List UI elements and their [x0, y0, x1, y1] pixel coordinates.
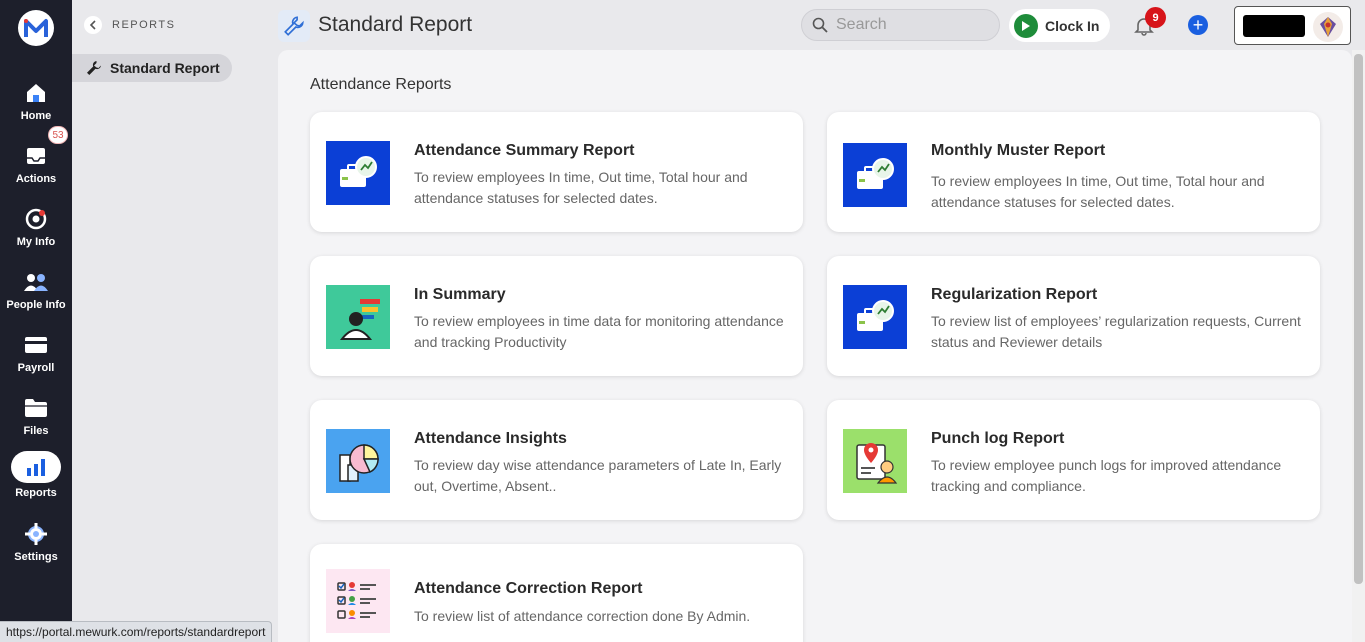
briefcase-chart-icon	[843, 143, 907, 207]
search-input[interactable]	[836, 16, 986, 34]
report-card-attendance-summary[interactable]: Attendance Summary Report To review empl…	[310, 112, 803, 232]
browser-status-url: https://portal.mewurk.com/reports/standa…	[0, 621, 273, 642]
wrench-icon	[278, 10, 310, 42]
notification-count-badge: 9	[1145, 7, 1166, 28]
card-description: To review employee punch logs for improv…	[931, 457, 1282, 494]
nav-label: Payroll	[17, 362, 55, 374]
subnav-title: REPORTS	[112, 19, 176, 31]
nav-label: Reports	[15, 487, 57, 499]
report-card-attendance-insights[interactable]: Attendance Insights To review day wise a…	[310, 400, 803, 520]
page-title: Standard Report	[318, 13, 473, 36]
home-icon	[23, 80, 49, 106]
user-menu[interactable]	[1234, 6, 1351, 45]
people-icon	[23, 269, 49, 295]
redacted-company-name	[1243, 15, 1305, 37]
card-description: To review list of attendance correction …	[414, 608, 751, 624]
subnav-item-label: Standard Report	[110, 60, 220, 76]
nav-item-settings[interactable]: Settings	[0, 517, 72, 573]
nav-item-reports[interactable]: Reports	[0, 451, 72, 507]
location-person-icon	[843, 429, 907, 493]
card-icon	[23, 332, 49, 358]
card-description: To review employees In time, Out time, T…	[414, 169, 748, 206]
section-title: Attendance Reports	[310, 76, 452, 93]
chevron-left-icon	[89, 20, 96, 30]
main-nav: Home Actions 53 My Info People Info Payr…	[0, 0, 72, 642]
gear-icon	[23, 521, 49, 547]
card-description: To review list of employees’ regularizat…	[931, 313, 1301, 350]
nav-item-payroll[interactable]: Payroll	[0, 328, 72, 384]
add-button[interactable]: +	[1188, 15, 1208, 35]
card-description: To review day wise attendance parameters…	[414, 457, 782, 494]
scrollbar-thumb[interactable]	[1354, 54, 1363, 584]
card-title: Punch log Report	[931, 430, 1065, 447]
person-gear-icon	[23, 206, 49, 232]
nav-item-files[interactable]: Files	[0, 391, 72, 447]
card-title: Attendance Insights	[414, 430, 567, 447]
card-description: To review employees In time, Out time, T…	[931, 173, 1265, 210]
report-card-regularization[interactable]: Regularization Report To review list of …	[827, 256, 1320, 376]
card-title: Regularization Report	[931, 286, 1098, 303]
search-icon	[812, 17, 828, 33]
nav-label: Files	[23, 425, 49, 437]
search-box	[801, 9, 1000, 41]
card-title: Monthly Muster Report	[931, 142, 1106, 159]
nav-label: Settings	[14, 551, 58, 563]
report-card-punch-log[interactable]: Punch log Report To review employee punc…	[827, 400, 1320, 520]
plus-icon: +	[1192, 15, 1204, 35]
card-description: To review employees in time data for mon…	[414, 313, 784, 350]
nav-item-actions[interactable]: Actions	[0, 139, 72, 195]
person-list-icon	[326, 285, 390, 349]
card-title: Attendance Correction Report	[414, 580, 643, 597]
nav-label: Home	[20, 110, 52, 122]
mewurk-logo-icon[interactable]	[18, 10, 54, 46]
scrollbar[interactable]	[1352, 50, 1365, 642]
top-header: Standard Report Clock In 9 +	[278, 0, 1365, 50]
subnav-item-standard-report[interactable]: Standard Report	[72, 54, 232, 82]
report-card-monthly-muster[interactable]: Monthly Muster Report To review employee…	[827, 112, 1320, 232]
actions-count-badge: 53	[48, 126, 68, 144]
clock-in-button[interactable]: Clock In	[1009, 9, 1110, 42]
nav-label: My Info	[16, 236, 56, 248]
folder-icon	[23, 395, 49, 421]
wrench-icon	[87, 61, 101, 75]
avatar[interactable]	[1313, 12, 1343, 42]
bar-chart-icon	[11, 451, 61, 483]
nav-item-home[interactable]: Home	[0, 76, 72, 132]
report-card-in-summary[interactable]: In Summary To review employees in time d…	[310, 256, 803, 376]
nav-item-people-info[interactable]: People Info	[0, 265, 72, 321]
briefcase-chart-icon	[843, 285, 907, 349]
reports-subnav: REPORTS Standard Report	[72, 0, 278, 642]
card-title: Attendance Summary Report	[414, 142, 635, 159]
play-icon	[1014, 13, 1038, 38]
inbox-icon	[23, 143, 49, 169]
main-content: Attendance Reports Attendance Summary Re…	[278, 50, 1352, 642]
clock-in-label: Clock In	[1045, 17, 1100, 34]
nav-item-my-info[interactable]: My Info	[0, 202, 72, 258]
nav-label: Actions	[15, 173, 57, 185]
nav-label: People Info	[6, 299, 66, 311]
report-card-attendance-correction[interactable]: Attendance Correction Report To review l…	[310, 544, 803, 642]
card-title: In Summary	[414, 286, 506, 303]
pie-bar-icon	[326, 429, 390, 493]
back-button[interactable]	[84, 16, 102, 34]
briefcase-chart-icon	[326, 141, 390, 205]
checklist-people-icon	[326, 569, 390, 633]
